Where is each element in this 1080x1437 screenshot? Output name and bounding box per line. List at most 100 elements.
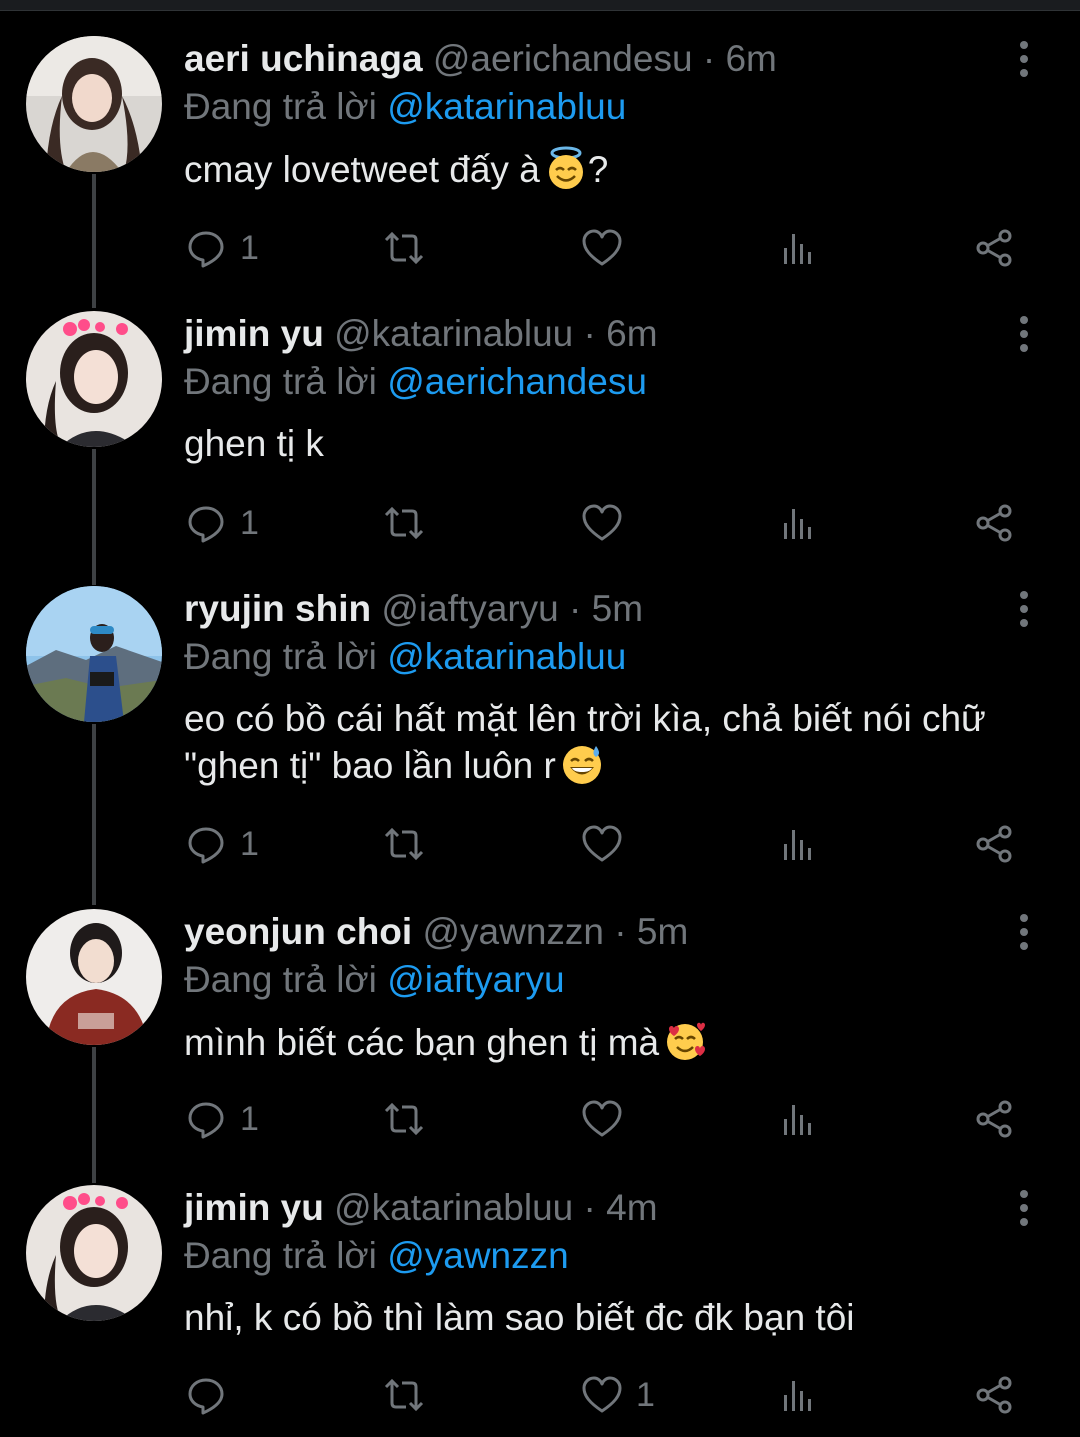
replying-to-handle[interactable]: @aerichandesu [387,361,647,402]
avatar[interactable] [26,36,162,172]
retweet-button[interactable] [382,1095,426,1143]
reply-icon [184,1373,228,1417]
replying-to-label: Đang trả lời [184,636,377,677]
replying-to: Đang trả lời @katarinabluu [184,84,626,130]
replying-to-handle[interactable]: @iaftyaryu [387,959,564,1000]
tweet-text: nhỉ, k có bồ thì làm sao biết đc đk bạn … [184,1295,1014,1341]
tweet-text-content: ghen tị k [184,423,324,464]
replying-to-label: Đang trả lời [184,1235,377,1276]
share-icon [972,501,1016,545]
display-name[interactable]: ryujin shin [184,588,371,629]
thread-line [92,174,96,308]
retweet-button[interactable] [382,499,426,547]
timestamp[interactable]: 4m [606,1187,657,1228]
like-button[interactable] [580,1095,636,1143]
views-button[interactable] [776,820,820,868]
display-name[interactable]: aeri uchinaga [184,38,423,79]
username[interactable]: @katarinabluu [334,1187,573,1228]
tweet[interactable]: aeri uchinaga @aerichandesu · 6m Đang tr… [0,36,1080,308]
tweet[interactable]: ryujin shin @iaftyaryu · 5m Đang trả lời… [0,586,1080,905]
replying-to-label: Đang trả lời [184,86,377,127]
replying-to: Đang trả lời @yawnzzn [184,1233,569,1279]
views-button[interactable] [776,224,820,272]
reply-button[interactable]: 1 [184,499,259,547]
separator: · [614,911,627,952]
retweet-button[interactable] [382,820,426,868]
action-bar: 1 [184,1371,1024,1419]
tweet-text: eo có bồ cái hất mặt lên trời kìa, chả b… [184,696,1014,789]
share-button[interactable] [972,499,1016,547]
replying-to-handle[interactable]: @yawnzzn [387,1235,569,1276]
reply-button[interactable] [184,1371,240,1419]
avatar[interactable] [26,909,162,1045]
thread-line [92,1047,96,1183]
replying-to-handle[interactable]: @katarinabluu [387,636,626,677]
username[interactable]: @aerichandesu [433,38,693,79]
views-button[interactable] [776,1095,820,1143]
reply-button[interactable]: 1 [184,820,259,868]
reply-icon [184,822,228,866]
more-icon[interactable] [1008,36,1040,82]
replying-to-label: Đang trả lời [184,361,377,402]
timestamp[interactable]: 5m [592,588,643,629]
views-icon [776,226,820,270]
action-bar: 1 [184,1095,1024,1143]
share-icon [972,1097,1016,1141]
views-button[interactable] [776,499,820,547]
like-button[interactable] [580,224,636,272]
tweet-header: ryujin shin @iaftyaryu · 5m [184,586,643,632]
tweet[interactable]: yeonjun choi @yawnzzn · 5m Đang trả lời … [0,909,1080,1183]
share-button[interactable] [972,1095,1016,1143]
username[interactable]: @katarinabluu [334,313,573,354]
retweet-button[interactable] [382,1371,426,1419]
replying-to-label: Đang trả lời [184,959,377,1000]
more-icon[interactable] [1008,586,1040,632]
replying-to: Đang trả lời @aerichandesu [184,359,647,405]
like-button[interactable]: 1 [580,1371,655,1419]
display-name[interactable]: yeonjun choi [184,911,412,952]
replying-to-handle[interactable]: @katarinabluu [387,86,626,127]
smiling-face-with-halo-icon [544,146,588,190]
action-bar: 1 [184,499,1024,547]
display-name[interactable]: jimin yu [184,313,324,354]
timestamp[interactable]: 6m [606,313,657,354]
username[interactable]: @yawnzzn [422,911,604,952]
share-button[interactable] [972,224,1016,272]
share-button[interactable] [972,820,1016,868]
more-icon[interactable] [1008,1185,1040,1231]
tweet-header: jimin yu @katarinabluu · 6m [184,311,658,357]
avatar[interactable] [26,586,162,722]
more-icon[interactable] [1008,909,1040,955]
share-icon [972,1373,1016,1417]
tweet-text-content: nhỉ, k có bồ thì làm sao biết đc đk bạn … [184,1297,855,1338]
reply-button[interactable]: 1 [184,224,259,272]
grinning-face-with-sweat-icon [560,742,604,786]
like-button[interactable] [580,499,636,547]
separator: · [583,1187,596,1228]
views-button[interactable] [776,1371,820,1419]
retweet-button[interactable] [382,224,426,272]
retweet-icon [382,1373,426,1417]
share-button[interactable] [972,1371,1016,1419]
reply-count: 1 [240,503,259,542]
tweet-header: aeri uchinaga @aerichandesu · 6m [184,36,777,82]
tweet-text: ghen tị k [184,421,1014,467]
tweet-text-suffix: ? [587,149,609,190]
like-icon [580,226,624,270]
share-icon [972,822,1016,866]
tweet[interactable]: jimin yu @katarinabluu · 6m Đang trả lời… [0,311,1080,585]
display-name[interactable]: jimin yu [184,1187,324,1228]
avatar[interactable] [26,1185,162,1321]
timestamp[interactable]: 6m [725,38,776,79]
username[interactable]: @iaftyaryu [381,588,558,629]
reply-count: 1 [240,228,259,267]
retweet-icon [382,226,426,270]
reply-button[interactable]: 1 [184,1095,259,1143]
like-button[interactable] [580,820,636,868]
timestamp[interactable]: 5m [637,911,688,952]
avatar[interactable] [26,311,162,447]
more-icon[interactable] [1008,311,1040,357]
views-icon [776,1097,820,1141]
tweet-text: cmay lovetweet đấy à? [184,146,1014,193]
tweet[interactable]: jimin yu @katarinabluu · 4m Đang trả lời… [0,1185,1080,1437]
